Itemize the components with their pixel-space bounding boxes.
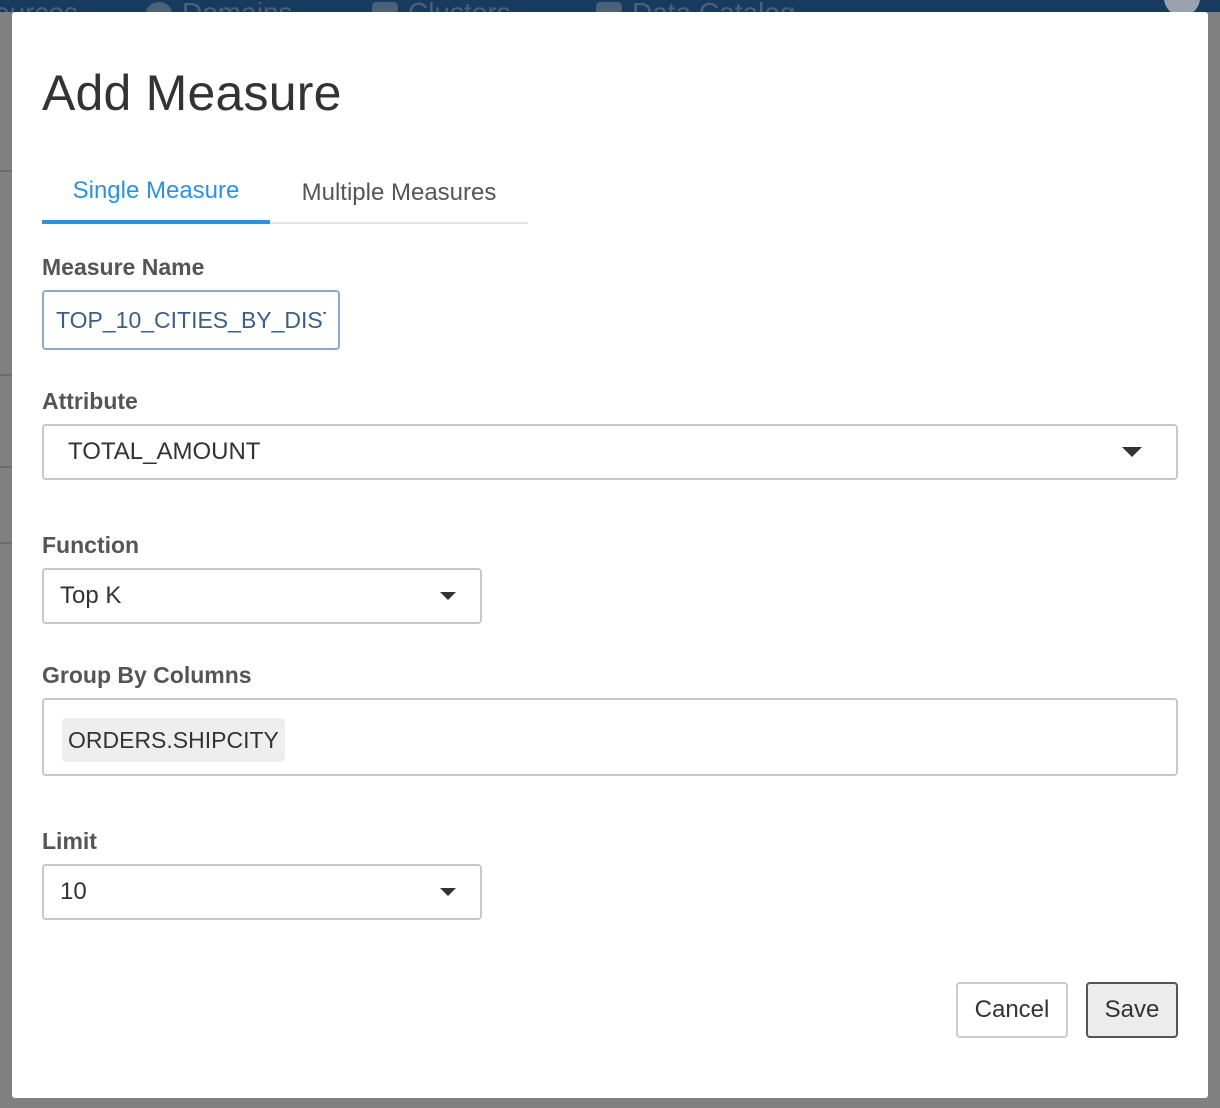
add-measure-dialog: Add Measure Single Measure Multiple Meas…: [12, 12, 1208, 1098]
attribute-label: Attribute: [42, 388, 138, 414]
function-label: Function: [42, 532, 140, 558]
tab-multiple-measures[interactable]: Multiple Measures: [270, 162, 528, 224]
tab-single-measure[interactable]: Single Measure: [42, 162, 270, 224]
group-by-columns-label: Group By Columns: [42, 662, 252, 688]
limit-label: Limit: [42, 828, 97, 854]
divider: [0, 170, 12, 172]
measure-tabs: Single Measure Multiple Measures: [42, 162, 528, 224]
group-by-columns-input[interactable]: ORDERS.SHIPCITY: [42, 698, 1178, 776]
group-by-chip[interactable]: ORDERS.SHIPCITY: [62, 718, 285, 762]
chevron-down-icon: [440, 592, 456, 600]
attribute-value: TOTAL_AMOUNT: [68, 438, 261, 465]
divider: [0, 466, 12, 468]
attribute-select[interactable]: TOTAL_AMOUNT: [42, 424, 1178, 480]
divider: [0, 374, 12, 376]
save-button[interactable]: Save: [1086, 982, 1178, 1038]
chevron-down-icon: [440, 888, 456, 896]
limit-select[interactable]: 10: [42, 864, 482, 920]
measure-name-label: Measure Name: [42, 254, 205, 280]
measure-name-input[interactable]: [42, 290, 340, 350]
function-select[interactable]: Top K: [42, 568, 482, 624]
background-top-nav: ources Domains Clusters Data Catalog: [0, 0, 1220, 28]
limit-value: 10: [60, 878, 87, 905]
function-value: Top K: [60, 582, 122, 609]
chevron-down-icon: [1122, 447, 1142, 457]
divider: [0, 542, 12, 544]
cancel-button[interactable]: Cancel: [956, 982, 1068, 1038]
dialog-title: Add Measure: [42, 65, 342, 121]
